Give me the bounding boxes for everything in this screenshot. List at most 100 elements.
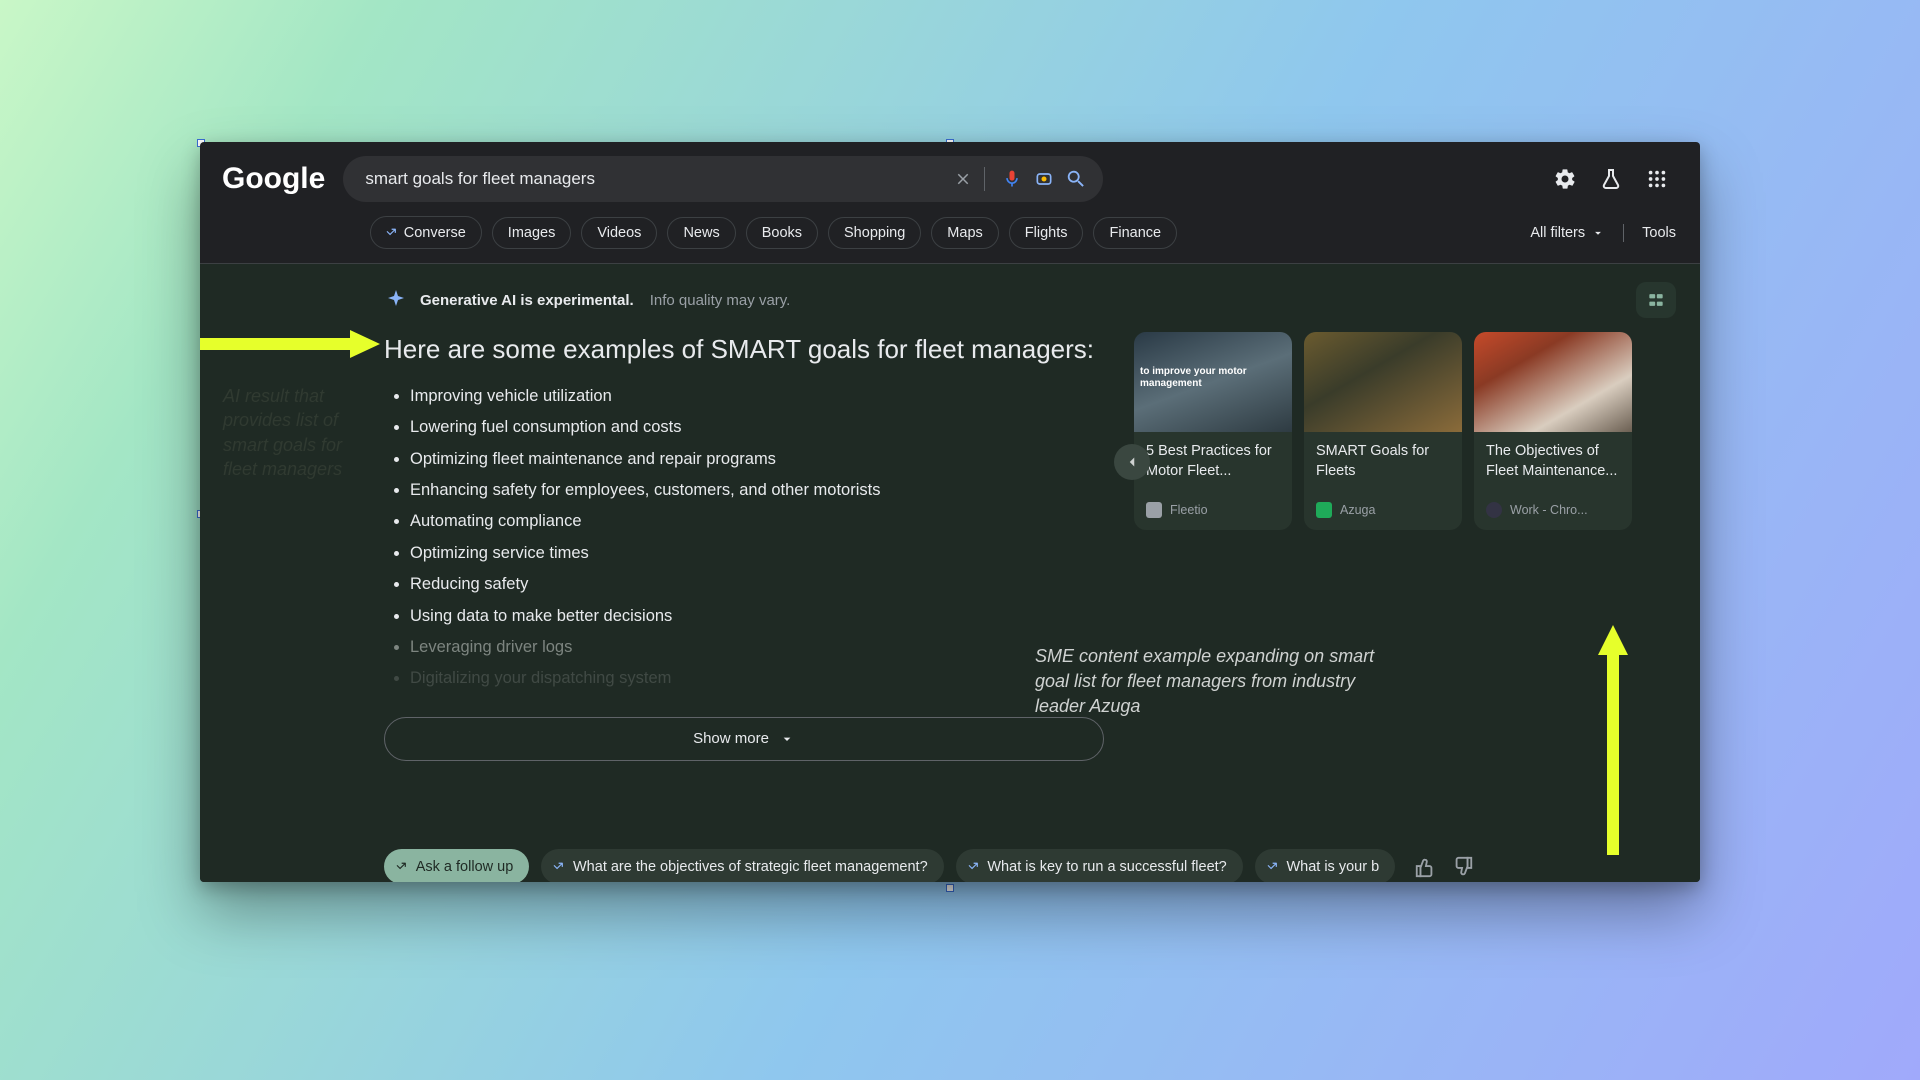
ai-bullet: Optimizing fleet maintenance and repair … xyxy=(410,444,1104,475)
followup-suggestion[interactable]: ↵ What are the objectives of strategic f… xyxy=(541,849,943,882)
chip-books[interactable]: Books xyxy=(746,217,818,249)
chip-label: Converse xyxy=(404,225,466,241)
all-filters-button[interactable]: All filters xyxy=(1530,225,1605,241)
ai-bullet-faded: Digitalizing your dispatching system xyxy=(410,663,1104,694)
chip-shopping[interactable]: Shopping xyxy=(828,217,921,249)
voice-search-icon[interactable] xyxy=(999,166,1025,192)
google-logo[interactable]: Google xyxy=(222,162,325,196)
separator xyxy=(984,167,985,191)
followup-row: ↵ Ask a follow up ↵ What are the objecti… xyxy=(224,849,1676,882)
search-icon[interactable] xyxy=(1063,166,1089,192)
expand-collapse-button[interactable] xyxy=(1636,282,1676,318)
ask-followup-button[interactable]: ↵ Ask a follow up xyxy=(384,849,529,882)
card-title: 5 Best Practices for Motor Fleet... xyxy=(1146,442,1280,502)
feedback-buttons xyxy=(1413,855,1475,879)
card-title: The Objectives of Fleet Maintenance... xyxy=(1486,442,1620,502)
search-tabs-row: ↵Converse Images Videos News Books Shopp… xyxy=(200,208,1700,264)
source-card[interactable]: 5 Best Practices for Motor Fleet... Flee… xyxy=(1134,332,1292,530)
chevron-down-icon xyxy=(779,731,795,747)
show-more-label: Show more xyxy=(693,730,769,747)
ai-bullet: Optimizing service times xyxy=(410,538,1104,569)
followup-arrow-icon: ↵ xyxy=(549,856,569,876)
selection-handle xyxy=(946,884,954,892)
ai-bullet-faded: Leveraging driver logs xyxy=(410,632,1104,663)
source-card[interactable]: The Objectives of Fleet Maintenance... W… xyxy=(1474,332,1632,530)
ai-body: Here are some examples of SMART goals fo… xyxy=(224,332,1676,761)
followup-arrow-icon: ↵ xyxy=(392,856,412,876)
tools-button[interactable]: Tools xyxy=(1642,225,1676,241)
chip-news[interactable]: News xyxy=(667,217,735,249)
card-source: Azuga xyxy=(1340,503,1375,517)
favicon-icon xyxy=(1316,502,1332,518)
card-thumbnail xyxy=(1474,332,1632,432)
chip-images[interactable]: Images xyxy=(492,217,572,249)
chip-flights[interactable]: Flights xyxy=(1009,217,1084,249)
source-card[interactable]: SMART Goals for Fleets Azuga xyxy=(1304,332,1462,530)
chip-label: News xyxy=(683,225,719,241)
followup-label: What is your b xyxy=(1286,859,1379,875)
chip-label: Books xyxy=(762,225,802,241)
lens-search-icon[interactable] xyxy=(1031,166,1057,192)
ai-answer-column: Here are some examples of SMART goals fo… xyxy=(384,332,1104,761)
ai-bullet: Enhancing safety for employees, customer… xyxy=(410,475,1104,506)
separator xyxy=(1623,224,1624,242)
chip-label: Flights xyxy=(1025,225,1068,241)
card-thumbnail xyxy=(1304,332,1462,432)
labs-icon[interactable] xyxy=(1598,166,1624,192)
top-right-controls xyxy=(1552,166,1676,192)
chip-finance[interactable]: Finance xyxy=(1093,217,1177,249)
annotation-right: SME content example expanding on smart g… xyxy=(1035,644,1405,720)
browser-window: Google xyxy=(200,142,1700,882)
chip-label: Shopping xyxy=(844,225,905,241)
card-source: Fleetio xyxy=(1170,503,1208,517)
chip-maps[interactable]: Maps xyxy=(931,217,998,249)
chips-right: All filters Tools xyxy=(1530,224,1676,242)
ai-answer-heading: Here are some examples of SMART goals fo… xyxy=(384,332,1104,367)
top-bar: Google xyxy=(200,142,1700,208)
annotation-left: AI result that provides list of smart go… xyxy=(223,384,373,481)
followup-arrow-icon: ↵ xyxy=(1262,856,1282,876)
thumbs-up-icon[interactable] xyxy=(1413,855,1437,879)
ai-disclaimer-bold: Generative AI is experimental. xyxy=(420,292,634,309)
card-source: Work - Chro... xyxy=(1510,503,1588,517)
chevron-down-icon xyxy=(1591,226,1605,240)
followup-label: What are the objectives of strategic fle… xyxy=(573,859,928,875)
search-input[interactable] xyxy=(365,169,944,189)
apps-grid-icon[interactable] xyxy=(1644,166,1670,192)
sparkle-icon xyxy=(384,288,408,312)
clear-icon[interactable] xyxy=(950,166,976,192)
ai-bullet: Reducing safety xyxy=(410,569,1104,600)
annotation-arrow-horizontal xyxy=(200,328,380,358)
settings-icon[interactable] xyxy=(1552,166,1578,192)
generative-ai-panel: Generative AI is experimental. Info qual… xyxy=(200,264,1700,882)
ai-disclaimer-sub: Info quality may vary. xyxy=(650,292,791,309)
ai-answer-list: Improving vehicle utilization Lowering f… xyxy=(384,381,1104,694)
followup-suggestion[interactable]: ↵ What is key to run a successful fleet? xyxy=(956,849,1243,882)
followup-suggestion[interactable]: ↵ What is your b xyxy=(1255,849,1395,882)
followup-arrow-icon: ↵ xyxy=(963,856,983,876)
card-thumbnail xyxy=(1134,332,1292,432)
annotation-arrow-vertical xyxy=(1598,625,1628,855)
followup-label: Ask a follow up xyxy=(416,859,514,875)
ai-bullet: Using data to make better decisions xyxy=(410,601,1104,632)
chip-label: Maps xyxy=(947,225,982,241)
chip-label: Images xyxy=(508,225,556,241)
carousel-prev-button[interactable] xyxy=(1114,444,1150,480)
all-filters-label: All filters xyxy=(1530,225,1585,241)
chip-label: Finance xyxy=(1109,225,1161,241)
ai-bullet: Lowering fuel consumption and costs xyxy=(410,412,1104,443)
show-more-button[interactable]: Show more xyxy=(384,717,1104,761)
ai-bullet: Improving vehicle utilization xyxy=(410,381,1104,412)
chip-videos[interactable]: Videos xyxy=(581,217,657,249)
card-title: SMART Goals for Fleets xyxy=(1316,442,1450,502)
chip-label: Videos xyxy=(597,225,641,241)
favicon-icon xyxy=(1146,502,1162,518)
search-box[interactable] xyxy=(343,156,1103,202)
converse-arrow-icon: ↵ xyxy=(382,222,402,242)
followup-label: What is key to run a successful fleet? xyxy=(987,859,1226,875)
thumbs-down-icon[interactable] xyxy=(1451,855,1475,879)
favicon-icon xyxy=(1486,502,1502,518)
ai-disclaimer-row: Generative AI is experimental. Info qual… xyxy=(224,278,1676,332)
ai-bullet: Automating compliance xyxy=(410,506,1104,537)
chip-converse[interactable]: ↵Converse xyxy=(370,216,482,249)
